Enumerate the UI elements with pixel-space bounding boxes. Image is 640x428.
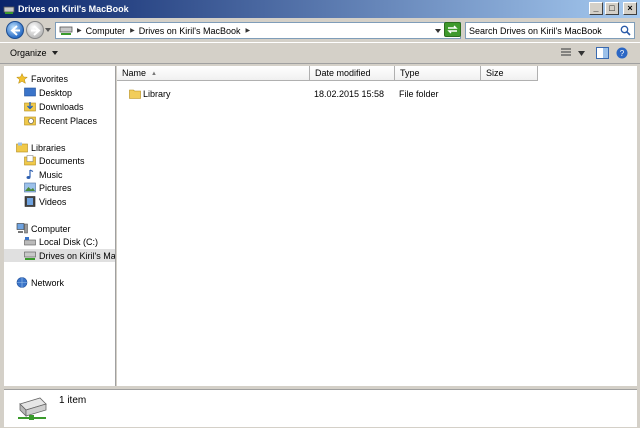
view-options-icon[interactable] — [560, 47, 572, 59]
file-type: File folder — [399, 89, 439, 99]
chevron-right-icon[interactable]: ▶ — [77, 27, 82, 34]
refresh-icon — [447, 25, 458, 34]
nav-label: Network — [31, 277, 65, 288]
item-count: 1 item — [59, 395, 87, 406]
nav-videos[interactable]: Videos — [24, 195, 115, 208]
column-header-name[interactable]: Name ▲ — [117, 66, 310, 81]
nav-label: Downloads — [39, 101, 84, 112]
window-title: Drives on Kiril's MacBook — [18, 4, 129, 14]
breadcrumb-label[interactable]: Drives on Kiril's MacBook — [139, 26, 241, 36]
network-drive-icon — [24, 251, 36, 260]
nav-music[interactable]: Music — [24, 168, 115, 181]
libraries-icon — [16, 142, 28, 153]
title-bar[interactable]: Drives on Kiril's MacBook _ □ × — [0, 0, 640, 18]
column-header-size[interactable]: Size — [481, 66, 538, 81]
address-row: ▶ Computer ▶ Drives on Kiril's MacBook ▶… — [0, 18, 640, 42]
chevron-down-icon — [51, 51, 58, 55]
network-drive-icon — [59, 26, 73, 35]
column-label: Size — [486, 68, 504, 78]
nav-recent-places[interactable]: Recent Places — [24, 114, 115, 127]
maximize-button[interactable]: □ — [605, 2, 619, 15]
command-bar: Organize ? — [0, 42, 640, 64]
nav-desktop[interactable]: Desktop — [24, 86, 115, 99]
videos-icon — [24, 196, 36, 207]
downloads-icon — [24, 102, 36, 112]
refresh-button[interactable] — [444, 22, 461, 37]
file-name[interactable]: Library — [143, 89, 171, 99]
column-header-type[interactable]: Type — [395, 66, 481, 81]
nav-label: Documents — [39, 155, 85, 166]
search-input[interactable]: Search Drives on Kiril's MacBook — [465, 22, 635, 39]
star-icon — [16, 73, 28, 84]
address-bar[interactable]: ▶ Computer ▶ Drives on Kiril's MacBook ▶ — [55, 22, 461, 39]
breadcrumb-drives[interactable]: ▶ Drives on Kiril's MacBook ▶ — [130, 26, 254, 36]
search-icon[interactable] — [620, 25, 631, 36]
nav-label: Local Disk (C:) — [39, 236, 99, 247]
nav-label: Desktop — [39, 87, 73, 98]
sort-ascending-icon: ▲ — [151, 71, 157, 77]
address-dropdown-icon[interactable] — [435, 29, 441, 33]
nav-pictures[interactable]: Pictures — [24, 181, 115, 194]
nav-documents[interactable]: Documents — [24, 154, 115, 167]
nav-libraries[interactable]: Libraries — [16, 141, 115, 154]
network-drive-icon — [18, 397, 47, 420]
folder-icon — [129, 89, 141, 99]
desktop-icon — [24, 87, 36, 97]
help-icon[interactable]: ? — [616, 47, 628, 59]
local-disk-icon — [24, 237, 36, 246]
nav-label: Recent Places — [39, 115, 98, 126]
organize-button[interactable]: Organize — [10, 48, 58, 58]
nav-label: Computer — [31, 223, 71, 234]
chevron-down-icon[interactable] — [578, 51, 585, 56]
documents-icon — [24, 155, 36, 166]
chevron-right-icon[interactable]: ▶ — [130, 27, 135, 34]
chevron-right-icon[interactable]: ▶ — [246, 27, 251, 34]
breadcrumb-computer[interactable]: ▶ Computer — [77, 26, 130, 36]
details-pane: 1 item — [4, 389, 637, 427]
search-placeholder: Search Drives on Kiril's MacBook — [469, 25, 602, 36]
column-label: Name — [122, 68, 147, 78]
nav-label: Pictures — [39, 182, 72, 193]
breadcrumb-label[interactable]: Computer — [86, 26, 126, 36]
nav-network[interactable]: Network — [16, 276, 115, 289]
nav-label: Videos — [39, 196, 67, 207]
recent-places-icon — [24, 116, 36, 126]
minimize-button[interactable]: _ — [589, 2, 603, 15]
forward-arrow-icon — [31, 25, 41, 36]
nav-label: Drives on Kiril's MacBook — [39, 250, 116, 261]
recent-pages-chevron-icon[interactable] — [45, 28, 51, 32]
column-label: Type — [400, 68, 420, 78]
back-button[interactable] — [6, 21, 24, 39]
nav-label: Favorites — [31, 73, 69, 84]
column-label: Date modified — [315, 68, 371, 78]
nav-downloads[interactable]: Downloads — [24, 100, 115, 113]
network-drive-icon — [3, 6, 15, 14]
nav-local-disk[interactable]: Local Disk (C:) — [24, 235, 115, 248]
network-icon — [16, 277, 28, 288]
back-arrow-icon — [10, 25, 20, 36]
pictures-icon — [24, 182, 36, 193]
file-date: 18.02.2015 15:58 — [314, 89, 385, 99]
close-button[interactable]: × — [623, 2, 637, 15]
nav-computer[interactable]: Computer — [16, 222, 115, 235]
preview-pane-icon[interactable] — [596, 47, 609, 59]
svg-text:?: ? — [620, 49, 625, 58]
file-row[interactable]: Library 18.02.2015 15:58 File folder — [117, 86, 637, 101]
nav-label: Libraries — [31, 142, 66, 153]
nav-drives-macbook[interactable]: Drives on Kiril's MacBook — [4, 249, 116, 262]
column-header-date[interactable]: Date modified — [310, 66, 395, 81]
forward-button[interactable] — [26, 21, 44, 39]
file-list[interactable]: Name ▲ Date modified Type Size Library 1… — [117, 66, 637, 386]
computer-icon — [16, 223, 28, 234]
nav-favorites[interactable]: Favorites — [16, 72, 115, 85]
organize-label: Organize — [10, 48, 47, 58]
nav-label: Music — [39, 169, 63, 180]
navigation-pane[interactable]: Favorites Desktop Downloads Recent Place… — [4, 66, 116, 386]
music-note-icon — [26, 169, 34, 179]
